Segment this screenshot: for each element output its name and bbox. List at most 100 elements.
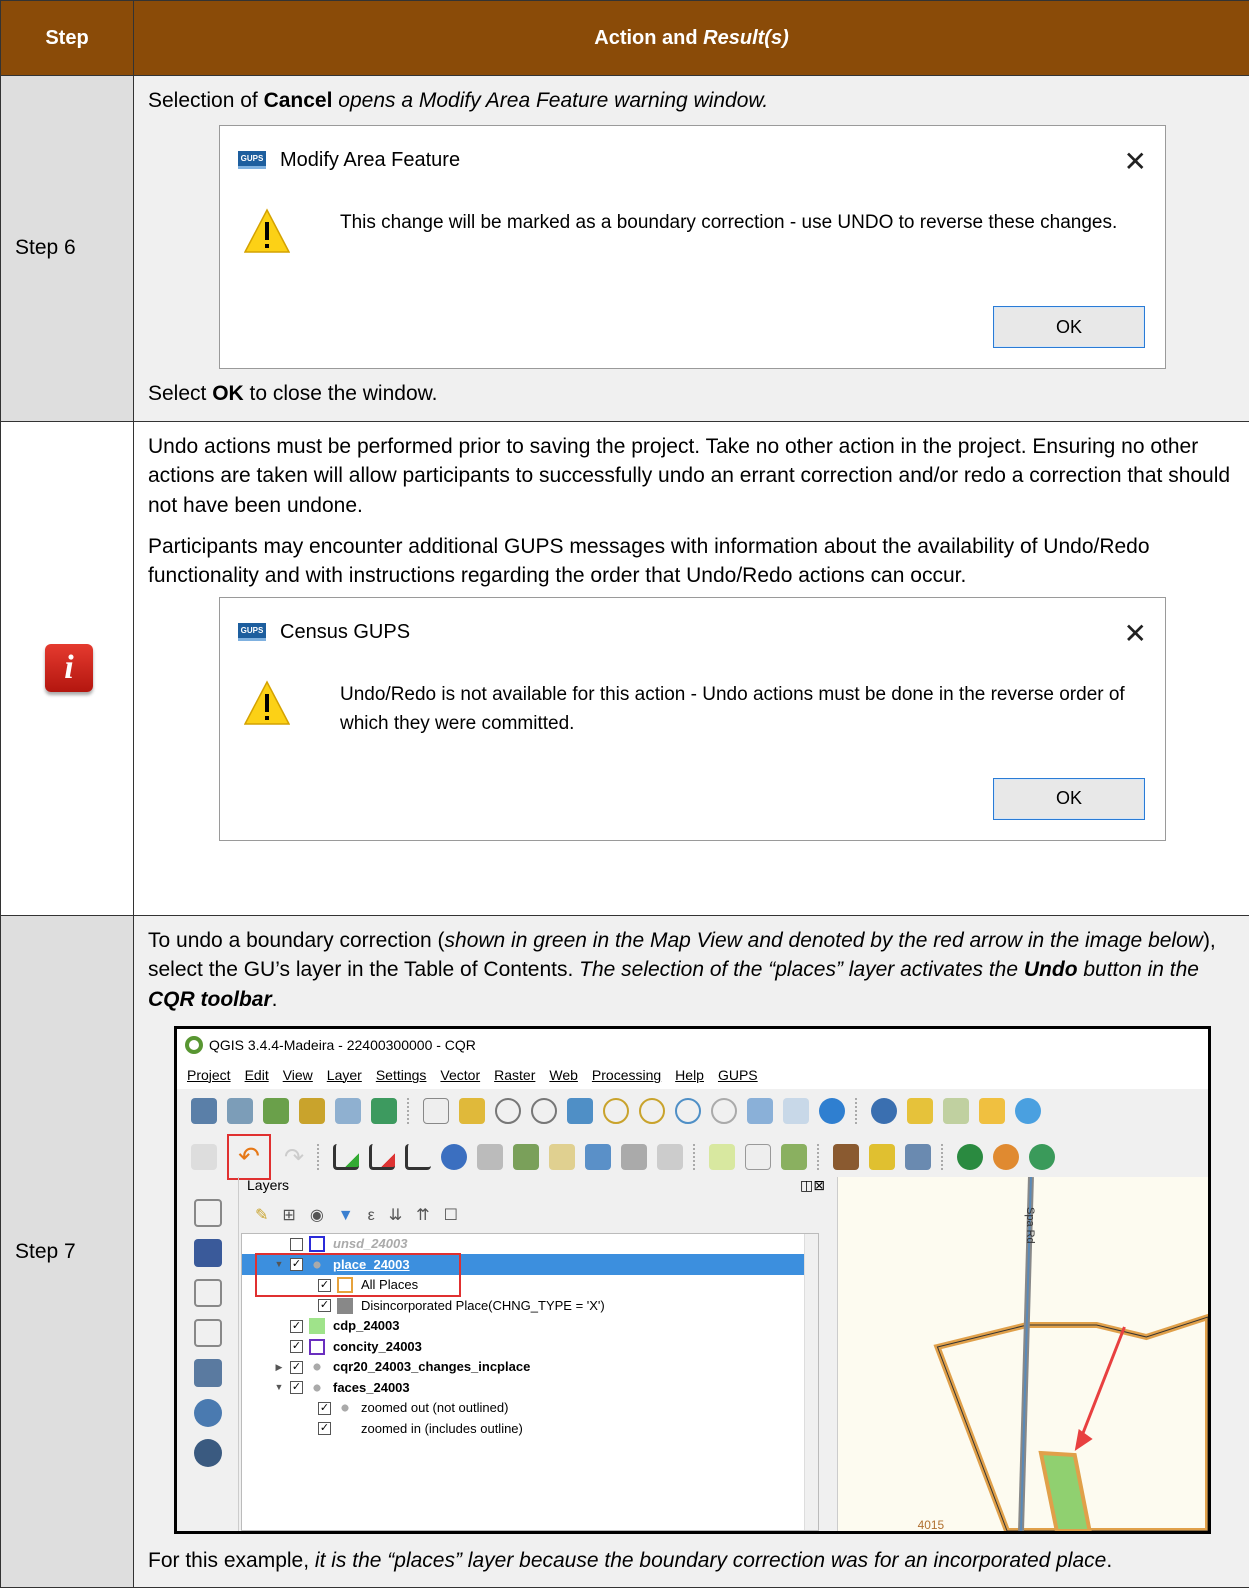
layer-tree-row[interactable]: ✓Disincorporated Place(CHNG_TYPE = 'X') (242, 1295, 818, 1316)
menu-settings[interactable]: Settings (376, 1067, 427, 1084)
polygon-icon[interactable] (745, 1144, 771, 1170)
delete-line-icon[interactable] (369, 1144, 395, 1170)
zip-icon[interactable] (869, 1144, 895, 1170)
menu-processing[interactable]: Processing (592, 1067, 661, 1084)
undo-icon: ↶ (238, 1141, 260, 1172)
show-bookmarks-icon[interactable] (783, 1098, 809, 1124)
new-bookmark-icon[interactable] (747, 1098, 773, 1124)
zoom-in-icon[interactable] (495, 1098, 521, 1124)
menu-vector[interactable]: Vector (440, 1067, 480, 1084)
step-7-footnote: For this example, it is the “places” lay… (148, 1546, 1235, 1575)
add-wms-icon[interactable] (194, 1399, 222, 1427)
add-line-icon[interactable] (333, 1144, 359, 1170)
layer-tree-row[interactable]: ✓zoomed in (includes outline) (242, 1418, 818, 1439)
zoom-selection-icon[interactable] (603, 1098, 629, 1124)
zoom-full-icon[interactable] (567, 1098, 593, 1124)
note-content: Undo actions must be performed prior to … (134, 421, 1249, 915)
menu-view[interactable]: View (283, 1067, 313, 1084)
layer-visibility-checkbox[interactable]: ✓ (290, 1340, 303, 1353)
layer-visibility-checkbox[interactable]: ✓ (290, 1381, 303, 1394)
table-icon[interactable] (513, 1144, 539, 1170)
add-raster-layer-icon[interactable] (194, 1239, 222, 1267)
review-changes-icon[interactable] (781, 1144, 807, 1170)
address-search-icon[interactable] (441, 1144, 467, 1170)
globe-search-icon[interactable] (335, 1098, 361, 1124)
copy-icon[interactable] (477, 1144, 503, 1170)
select-features-icon[interactable] (907, 1098, 933, 1124)
gups-logo-icon: GUPS (238, 151, 266, 169)
gups-map-icon[interactable] (263, 1098, 289, 1124)
panel-float-close-icons[interactable]: ◫⊠ (800, 1177, 825, 1199)
refresh-icon[interactable] (819, 1098, 845, 1124)
expand-arrow-icon[interactable]: ▶ (272, 1362, 286, 1373)
add-wfs-icon[interactable] (194, 1439, 222, 1467)
add-postgis-icon[interactable] (194, 1359, 222, 1387)
style-manager-icon[interactable] (227, 1098, 253, 1124)
layer-visibility-checkbox[interactable]: ✓ (290, 1320, 303, 1333)
tiger-icon[interactable] (993, 1144, 1019, 1170)
ok-button[interactable]: OK (993, 306, 1145, 348)
close-icon[interactable]: ✕ (1124, 614, 1147, 653)
menu-help[interactable]: Help (675, 1067, 704, 1084)
collapse-all-icon[interactable]: ⇈ (416, 1206, 429, 1225)
manage-visibility-icon[interactable]: ◉ (310, 1206, 324, 1225)
attribute-table-icon[interactable] (943, 1098, 969, 1124)
style-icon[interactable]: ✎ (255, 1206, 268, 1225)
layer-tree-row[interactable]: ✓concity_24003 (242, 1336, 818, 1357)
layer-tree-scrollbar[interactable] (804, 1234, 818, 1530)
menu-edit[interactable]: Edit (245, 1067, 269, 1084)
layer-symbol-icon (309, 1318, 325, 1334)
filter-icon[interactable]: ▼ (338, 1206, 354, 1225)
pan-icon[interactable] (423, 1098, 449, 1124)
expand-arrow-icon[interactable]: ▼ (272, 1382, 286, 1393)
menu-layer[interactable]: Layer (327, 1067, 362, 1084)
zoom-layer-icon[interactable] (639, 1098, 665, 1124)
menu-web[interactable]: Web (549, 1067, 578, 1084)
zoom-out-icon[interactable] (531, 1098, 557, 1124)
export-zip-icon[interactable] (905, 1144, 931, 1170)
filter-expression-icon[interactable]: ε (368, 1206, 375, 1225)
map-canvas: Spa Rd 4015 (838, 1177, 1208, 1531)
edit-table-icon[interactable] (549, 1144, 575, 1170)
layer-visibility-checkbox[interactable]: ✓ (318, 1422, 331, 1435)
globe-icon[interactable] (957, 1144, 983, 1170)
edit-features-icon[interactable] (709, 1144, 735, 1170)
review-icon[interactable] (585, 1144, 611, 1170)
add-web-layer-icon[interactable] (1029, 1144, 1055, 1170)
save-icon[interactable] (191, 1098, 217, 1124)
layer-tree-row[interactable]: ✓zoomed out (not outlined) (242, 1398, 818, 1419)
layer-visibility-checkbox[interactable]: ✓ (290, 1361, 303, 1374)
layer-visibility-checkbox[interactable]: ✓ (318, 1402, 331, 1415)
layer-tree-row[interactable]: ▼✓faces_24003 (242, 1377, 818, 1398)
split-line-icon[interactable] (405, 1144, 431, 1170)
menu-project[interactable]: Project (187, 1067, 231, 1084)
layer-tree-row[interactable]: ✓cdp_24003 (242, 1316, 818, 1337)
deselect-icon[interactable] (979, 1098, 1005, 1124)
layer-visibility-checkbox[interactable] (290, 1238, 303, 1251)
layer-visibility-checkbox[interactable]: ✓ (318, 1299, 331, 1312)
add-spatialite-icon[interactable] (194, 1319, 222, 1347)
map-view[interactable]: Spa Rd 4015 (837, 1177, 1208, 1531)
identify-icon[interactable] (871, 1098, 897, 1124)
menu-gups[interactable]: GUPS (718, 1067, 758, 1084)
import-icon[interactable] (833, 1144, 859, 1170)
menu-raster[interactable]: Raster (494, 1067, 535, 1084)
pan-to-selection-icon[interactable] (459, 1098, 485, 1124)
topology-icon[interactable] (621, 1144, 647, 1170)
add-delimited-text-icon[interactable] (194, 1279, 222, 1307)
export-icon[interactable] (371, 1098, 397, 1124)
measure-icon[interactable] (657, 1144, 683, 1170)
close-icon[interactable]: ✕ (1124, 142, 1147, 181)
layer-tree-row[interactable]: unsd_24003 (242, 1234, 818, 1255)
ok-button[interactable]: OK (993, 778, 1145, 820)
brush-icon[interactable] (299, 1098, 325, 1124)
add-group-icon[interactable]: ⊞ (282, 1206, 295, 1225)
zoom-last-icon[interactable] (711, 1098, 737, 1124)
undo-button[interactable]: ↶ (227, 1134, 271, 1180)
settings-gear-icon[interactable] (1015, 1098, 1041, 1124)
layer-tree-row[interactable]: ▶✓cqr20_24003_changes_incplace (242, 1357, 818, 1378)
remove-layer-icon[interactable]: ☐ (444, 1206, 458, 1225)
zoom-native-icon[interactable] (675, 1098, 701, 1124)
add-vector-layer-icon[interactable] (194, 1199, 222, 1227)
expand-all-icon[interactable]: ⇊ (389, 1206, 402, 1225)
